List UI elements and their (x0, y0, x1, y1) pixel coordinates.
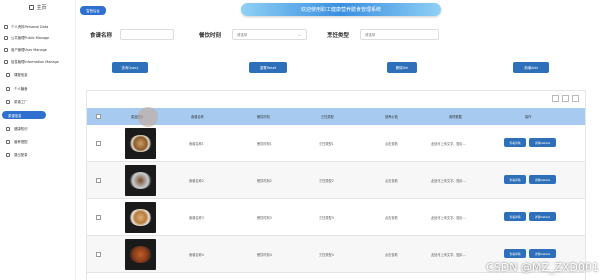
cell-name: 食谱名称4 (189, 253, 204, 257)
home-icon (29, 5, 35, 10)
recipe-image (125, 165, 156, 196)
recipe-image (125, 239, 156, 270)
chart-icon (6, 139, 10, 144)
table-row: 食谱名称1 餐饮时刻1 烹饪类型1 点击查看 此处可上传文字、图片… 查看详情 … (87, 125, 585, 162)
grid-icon[interactable] (552, 95, 559, 102)
col-cook: 烹饪类型 (321, 115, 334, 119)
sidebar-home[interactable]: 主页 (0, 4, 76, 11)
details-button[interactable]: 详情Details (529, 175, 556, 184)
table-header: 菜品图片 食谱名称 餐饮时刻 烹饪类型 营养价值 食材数据 操作 (87, 108, 585, 125)
details-button[interactable]: 详情Details (529, 212, 556, 221)
recipe-image (125, 202, 156, 233)
col-nutrition: 营养价值 (385, 115, 398, 119)
user-icon (4, 24, 8, 29)
sidebar-sub-course[interactable]: 课程信息 (6, 70, 28, 79)
select-all-checkbox[interactable] (96, 114, 101, 119)
col-meal: 餐饮时刻 (257, 115, 270, 119)
cell-name: 食谱名称3 (189, 216, 204, 220)
cell-meal: 餐饮时刻3 (257, 216, 272, 220)
cell-nutrition[interactable]: 点击查看 (385, 215, 398, 220)
row-checkbox[interactable] (96, 252, 101, 257)
col-name: 食谱名称 (191, 115, 204, 119)
sidebar-item-information[interactable]: 信息管理Information Manage (4, 57, 59, 66)
doc-icon (6, 126, 10, 131)
sidebar-item-recipe-active[interactable]: 菜谱信息 (2, 111, 46, 119)
meal-time-select[interactable]: 请选择 ⌄ (232, 29, 307, 40)
row-checkbox[interactable] (96, 215, 101, 220)
recipe-name-input[interactable] (120, 29, 174, 40)
cell-ingredients: 此处可上传文字、图片… (431, 216, 467, 220)
cell-ingredients: 此处可上传文字、图片… (431, 179, 467, 183)
logout-icon (6, 152, 10, 157)
chevron-down-icon: ⌄ (297, 32, 301, 37)
cell-cook: 烹饪类型1 (319, 142, 334, 146)
sidebar-sub-factory[interactable]: 菜谱工厂 (6, 97, 28, 106)
cell-ingredients: 此处可上传文字、图片… (431, 142, 467, 146)
cook-type-select[interactable]: 请选择 (360, 29, 439, 40)
header: 智慧后台 欢迎使用职工健康营养膳食管理系统 (76, 0, 605, 20)
add-button[interactable]: 新增Add (513, 62, 549, 73)
sidebar-item-public[interactable]: 公共管理Public Manage (4, 33, 49, 42)
cell-cook: 烹饪类型4 (319, 253, 334, 257)
sidebar: 主页 个人资料Personal Data 公共管理Public Manage 用… (0, 0, 76, 280)
cursor-highlight (138, 107, 158, 127)
export-icon[interactable] (562, 95, 569, 102)
public-icon (4, 35, 8, 40)
cook-type-label: 烹饪类型 (327, 33, 350, 39)
view-detail-button[interactable]: 查看详情 (504, 212, 526, 221)
table-row: 食谱名称3 餐饮时刻3 烹饪类型3 点击查看 此处可上传文字、图片… 查看详情 … (87, 199, 585, 236)
cell-ingredients: 此处可上传文字、图片… (431, 253, 467, 257)
cell-cook: 烹饪类型3 (319, 216, 334, 220)
view-detail-button[interactable]: 查看详情 (504, 138, 526, 147)
sidebar-item-user[interactable]: 用户管理User Manage (4, 45, 47, 54)
cell-meal: 餐饮时刻2 (257, 179, 272, 183)
page-title: 欢迎使用职工健康营养膳食管理系统 (241, 3, 441, 16)
cell-nutrition[interactable]: 点击查看 (385, 141, 398, 146)
brand-badge[interactable]: 智慧后台 (80, 6, 106, 15)
recipe-name-label: 食谱名称 (90, 33, 113, 39)
cell-nutrition[interactable]: 点击查看 (385, 252, 398, 257)
recipe-table: 菜品图片 食谱名称 餐饮时刻 烹饪类型 营养价值 食材数据 操作 食谱名称1 餐… (86, 90, 586, 280)
meal-time-label: 餐饮时刻 (199, 33, 222, 39)
row-checkbox[interactable] (96, 178, 101, 183)
col-actions: 操作 (525, 115, 532, 119)
details-button[interactable]: 详情Details (529, 249, 556, 258)
cell-name: 食谱名称1 (189, 142, 204, 146)
details-button[interactable]: 详情Details (529, 138, 556, 147)
view-detail-button[interactable]: 查看详情 (504, 249, 526, 258)
sidebar-sub-diet[interactable]: 个人膳食 (6, 84, 28, 93)
book-icon (6, 72, 10, 77)
row-checkbox[interactable] (96, 141, 101, 146)
info-icon (4, 59, 8, 64)
cell-meal: 餐饮时刻1 (257, 142, 272, 146)
query-button[interactable]: 查询Query (112, 62, 148, 73)
sidebar-sub-logout[interactable]: 退出登录 (6, 150, 28, 159)
sidebar-item-personal[interactable]: 个人资料Personal Data (4, 22, 48, 31)
watermark: CSDN @MZ_ZXD001 (486, 261, 599, 274)
delete-button[interactable]: 删除Del (387, 62, 417, 73)
cell-name: 食谱名称2 (189, 179, 204, 183)
cell-meal: 餐饮时刻4 (257, 253, 272, 257)
table-toolbar (552, 95, 579, 102)
print-icon[interactable] (572, 95, 579, 102)
recipe-image (125, 128, 156, 159)
calendar-icon (6, 99, 10, 104)
col-ingredients: 食材数据 (449, 115, 462, 119)
cell-cook: 烹饪类型2 (319, 179, 334, 183)
view-detail-button[interactable]: 查看详情 (504, 175, 526, 184)
reset-button[interactable]: 重置Reset (249, 62, 287, 73)
cell-nutrition[interactable]: 点击查看 (385, 178, 398, 183)
table-row: 食谱名称2 餐饮时刻2 烹饪类型2 点击查看 此处可上传文字、图片… 查看详情 … (87, 162, 585, 199)
sidebar-sub-nutrition[interactable]: 营养搭配 (6, 137, 28, 146)
sidebar-sub-health[interactable]: 健康知识 (6, 124, 28, 133)
person-icon (6, 86, 10, 91)
users-icon (4, 47, 8, 52)
